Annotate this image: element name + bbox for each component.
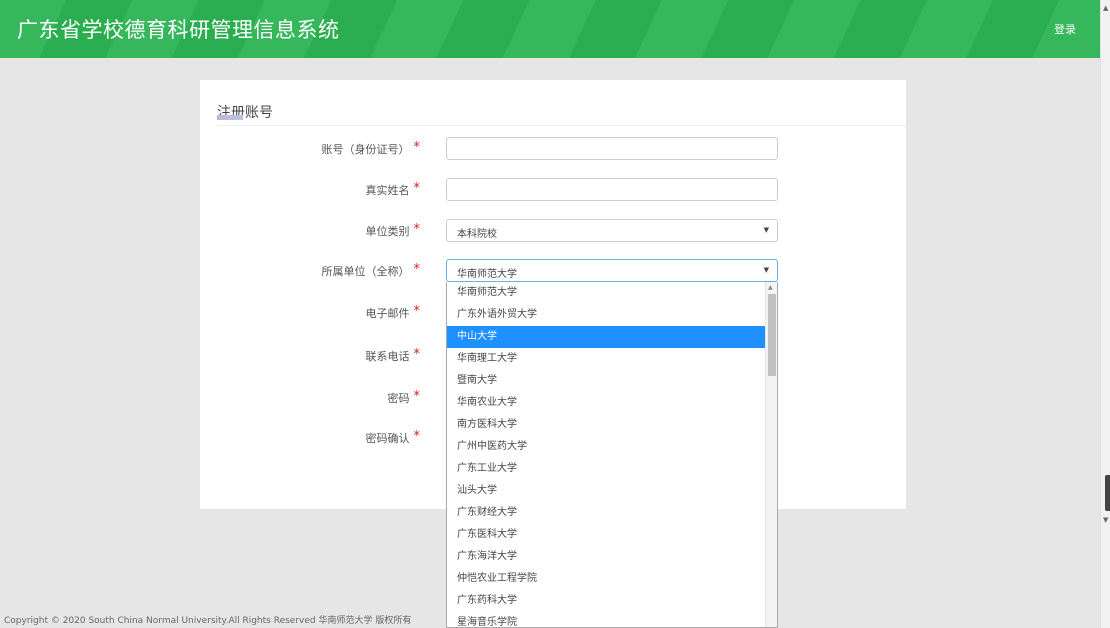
chevron-down-icon: ▼ — [763, 266, 769, 274]
panel-divider — [217, 125, 906, 126]
required-mark: * — [413, 262, 421, 277]
name-input[interactable] — [446, 178, 778, 201]
account-input[interactable] — [446, 137, 778, 160]
title-mark — [217, 115, 243, 120]
dropdown-option[interactable]: 仲恺农业工程学院 — [447, 568, 767, 590]
scroll-up-icon[interactable]: ▲ — [768, 284, 773, 291]
unit-value: 华南师范大学 — [457, 269, 517, 280]
dropdown-option[interactable]: 南方医科大学 — [447, 414, 767, 436]
dropdown-option[interactable]: 中山大学 — [447, 326, 767, 348]
dropdown-option[interactable]: 汕头大学 — [447, 480, 767, 502]
row-name: 真实姓名 * — [200, 178, 906, 202]
app-title: 广东省学校德育科研管理信息系统 — [17, 18, 340, 42]
scroll-up-icon[interactable]: ▲ — [1103, 4, 1108, 12]
name-label: 真实姓名 * — [365, 181, 421, 197]
required-mark: * — [413, 347, 421, 362]
unit-label: 所属单位（全称） * — [321, 262, 421, 278]
phone-label: 联系电话 * — [365, 347, 421, 363]
unit-type-value: 本科院校 — [457, 229, 497, 240]
dropdown-option[interactable]: 广东财经大学 — [447, 502, 767, 524]
account-label: 账号（身份证号） * — [321, 140, 421, 156]
dropdown-scrollbar[interactable]: ▲ — [765, 282, 777, 627]
password-confirm-label: 密码确认 * — [365, 429, 421, 445]
row-unit: 所属单位（全称） * 华南师范大学 ▼ — [200, 259, 906, 283]
required-mark: * — [413, 222, 421, 237]
dropdown-option[interactable]: 星海音乐学院 — [447, 612, 767, 627]
side-tab[interactable] — [1105, 475, 1110, 511]
dropdown-option[interactable]: 华南农业大学 — [447, 392, 767, 414]
dropdown-option[interactable]: 广东外语外贸大学 — [447, 304, 767, 326]
dropdown-option[interactable]: 广东海洋大学 — [447, 546, 767, 568]
unit-dropdown-list[interactable]: 华南师范大学 广东外语外贸大学 中山大学 华南理工大学 暨南大学 华南农业大学 南方医科大学… — [446, 282, 778, 628]
dropdown-option[interactable]: 暨南大学 — [447, 370, 767, 392]
login-link[interactable]: 登录 — [1054, 21, 1076, 37]
dropdown-option[interactable]: 华南师范大学 — [447, 282, 767, 304]
dropdown-option[interactable]: 广州中医药大学 — [447, 436, 767, 458]
required-mark: * — [413, 181, 421, 196]
row-account: 账号（身份证号） * — [200, 137, 906, 161]
dropdown-scroll-thumb[interactable] — [768, 294, 776, 376]
panel-title: 注册账号 — [217, 102, 273, 122]
unit-select[interactable]: 华南师范大学 ▼ — [446, 259, 778, 282]
dropdown-option[interactable]: 广东工业大学 — [447, 458, 767, 480]
page-scrollbar[interactable]: ▲ ▼ — [1100, 0, 1110, 628]
row-unit-type: 单位类别 * 本科院校 ▼ — [200, 219, 906, 243]
chevron-down-icon: ▼ — [763, 226, 769, 234]
footer-copyright: Copyright © 2020 South China Normal Univ… — [4, 616, 412, 626]
dropdown-option[interactable]: 广东药科大学 — [447, 590, 767, 612]
email-label: 电子邮件 * — [365, 304, 421, 320]
scroll-down-icon[interactable]: ▼ — [1103, 516, 1108, 524]
dropdown-option[interactable]: 广东医科大学 — [447, 524, 767, 546]
unit-type-label: 单位类别 * — [365, 222, 421, 238]
required-mark: * — [413, 140, 421, 155]
required-mark: * — [413, 429, 421, 444]
dropdown-option[interactable]: 华南理工大学 — [447, 348, 767, 370]
required-mark: * — [413, 304, 421, 319]
password-label: 密码 * — [387, 389, 421, 405]
required-mark: * — [413, 389, 421, 404]
top-header: 广东省学校德育科研管理信息系统 登录 — [0, 0, 1100, 58]
unit-type-select[interactable]: 本科院校 ▼ — [446, 219, 778, 242]
